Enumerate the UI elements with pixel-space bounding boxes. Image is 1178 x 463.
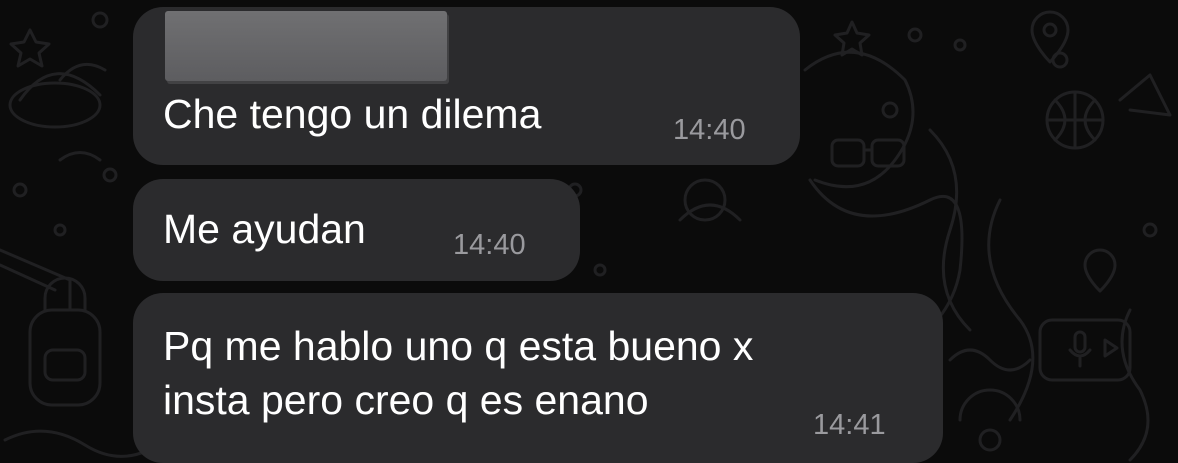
hat-doodle [8, 62, 107, 129]
basketball-icon [1045, 90, 1105, 150]
message-text: Pq me hablo uno q esta bueno x insta per… [163, 323, 754, 423]
backpack-icon [0, 248, 102, 407]
message-timestamp: 14:40 [673, 114, 746, 146]
message-timestamp: 14:40 [453, 229, 526, 261]
message-text: Me ayudan [163, 206, 366, 252]
message-bubble[interactable]: Che tengo un dilema 14:40 [133, 7, 800, 165]
redacted-quote-block [165, 11, 447, 81]
message-text: Che tengo un dilema [163, 91, 542, 137]
location-pin-icon [1030, 10, 1117, 293]
message-timestamp: 14:41 [813, 409, 886, 441]
star-icon [833, 20, 871, 57]
star-icon [9, 28, 51, 68]
message-bubble[interactable]: Me ayudan 14:40 [133, 179, 580, 281]
play-icon [1103, 338, 1119, 358]
message-bubble[interactable]: Pq me hablo uno q esta bueno x insta per… [133, 293, 943, 463]
